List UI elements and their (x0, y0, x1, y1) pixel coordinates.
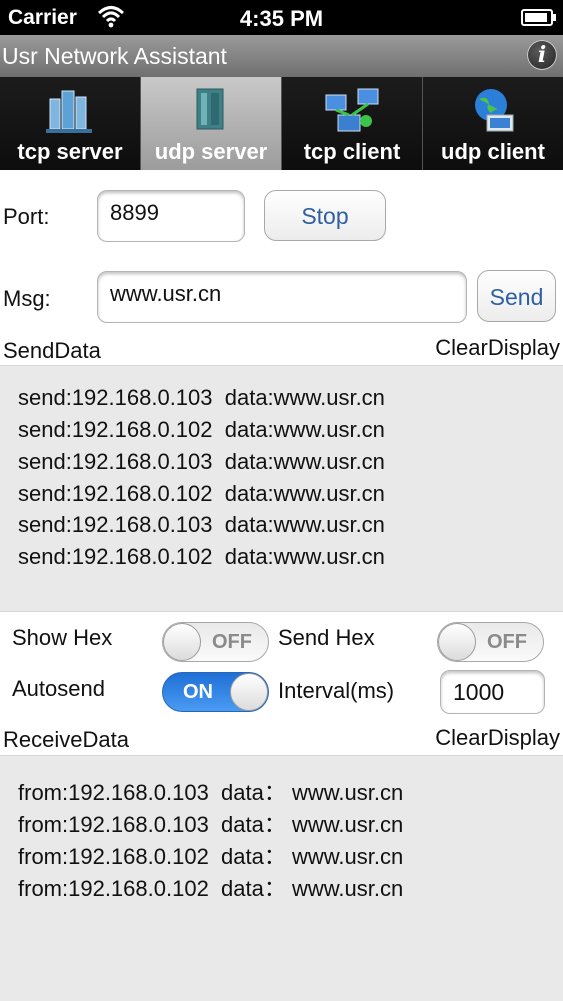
tab-udp-client[interactable]: udp client (423, 77, 563, 170)
globe-computer-icon (475, 89, 514, 132)
battery-icon (521, 9, 556, 26)
tab-label: tcp server (17, 139, 123, 164)
send-log-line: send:192.168.0.103 data:www.usr.cn (18, 385, 385, 410)
interval-input[interactable]: 1000 (440, 670, 545, 714)
receive-log-panel: from:192.168.0.103 data： www.usr.cn from… (0, 755, 563, 1001)
autosend-toggle[interactable]: ON (162, 672, 269, 712)
msg-label: Msg: (3, 286, 51, 311)
stop-button[interactable]: Stop (264, 190, 386, 241)
send-button[interactable]: Send (477, 270, 556, 322)
send-log-line: send:192.168.0.103 data:www.usr.cn (18, 449, 385, 474)
tab-bar: tcp server udp server tcp client udp cli… (0, 77, 563, 170)
send-log-line: send:192.168.0.102 data:www.usr.cn (18, 417, 385, 442)
send-data-label: SendData (3, 338, 101, 363)
show-hex-toggle[interactable]: OFF (162, 622, 269, 662)
receive-data-label: ReceiveData (3, 727, 129, 752)
network-computers-icon (325, 88, 379, 132)
receive-log-line: from:192.168.0.102 data： www.usr.cn (18, 876, 404, 901)
toggle-knob (163, 623, 201, 661)
app-title-bar: Usr Network Assistant i (0, 35, 563, 78)
port-input[interactable]: 8899 (97, 190, 245, 242)
show-hex-label: Show Hex (12, 625, 113, 650)
send-log-panel: send:192.168.0.103 data:www.usr.cn send:… (0, 365, 563, 612)
tab-udp-server[interactable]: udp server (141, 77, 282, 170)
receive-log-line: from:192.168.0.103 data： www.usr.cn (18, 780, 404, 805)
port-label: Port: (3, 204, 50, 229)
clear-receive-display-button[interactable]: ClearDisplay (435, 725, 560, 751)
server-tower-icon (196, 88, 224, 130)
send-log-line: send:192.168.0.102 data:www.usr.cn (18, 544, 385, 569)
send-hex-label: Send Hex (278, 625, 375, 650)
send-log-line: send:192.168.0.102 data:www.usr.cn (18, 481, 385, 506)
send-log-line: send:192.168.0.103 data:www.usr.cn (18, 512, 385, 537)
autosend-label: Autosend (12, 676, 105, 701)
toggle-state-text: OFF (212, 631, 252, 653)
tab-label: udp server (154, 139, 268, 164)
msg-input[interactable]: www.usr.cn (97, 271, 467, 323)
status-bar: Carrier 4:35 PM (0, 0, 563, 35)
tab-tcp-client[interactable]: tcp client (282, 77, 423, 170)
clock: 4:35 PM (239, 6, 324, 31)
toggle-state-text: OFF (487, 631, 527, 653)
info-icon[interactable]: i (527, 40, 557, 70)
receive-log-line: from:192.168.0.103 data： www.usr.cn (18, 812, 404, 837)
receive-log-line: from:192.168.0.102 data： www.usr.cn (18, 844, 404, 869)
interval-label: Interval(ms) (278, 678, 395, 703)
tab-label: tcp client (303, 139, 401, 164)
toggle-knob (230, 673, 268, 711)
tab-label: udp client (441, 139, 545, 164)
send-hex-toggle[interactable]: OFF (437, 622, 544, 662)
toggle-state-text: ON (183, 681, 213, 703)
toggle-knob (438, 623, 476, 661)
app-title: Usr Network Assistant (2, 43, 227, 69)
tab-tcp-server[interactable]: tcp server (0, 77, 141, 170)
clear-send-display-button[interactable]: ClearDisplay (435, 335, 560, 361)
server-rack-icon (46, 90, 92, 133)
